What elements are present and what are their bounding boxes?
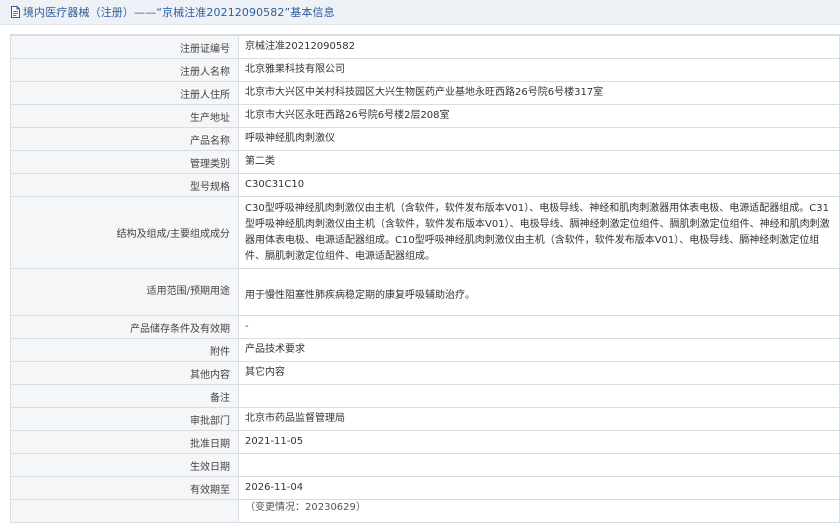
- table-row: 备注: [10, 384, 840, 408]
- table-row: 生产地址 北京市大兴区永旺西路26号院6号楼2层208室: [10, 104, 840, 128]
- row-value: -: [238, 315, 840, 339]
- row-value: 呼吸神经肌肉刺激仪: [238, 127, 840, 151]
- row-label: 其他内容: [10, 361, 239, 385]
- row-label: 生产地址: [10, 104, 239, 128]
- row-label: 注册人住所: [10, 81, 239, 105]
- row-value: 2021-11-05: [238, 430, 840, 454]
- row-value: [238, 384, 840, 408]
- table-row: 产品储存条件及有效期 -: [10, 315, 840, 339]
- table-row: 注册人名称 北京雅果科技有限公司: [10, 58, 840, 82]
- table-row: 附件 产品技术要求: [10, 338, 840, 362]
- page-header: 境内医疗器械（注册）——“京械注准20212090582”基本信息: [0, 0, 840, 25]
- row-label: 产品储存条件及有效期: [10, 315, 239, 339]
- row-value: [238, 453, 840, 477]
- table-row: 管理类别 第二类: [10, 150, 840, 174]
- page-title: 境内医疗器械（注册）——“京械注准20212090582”基本信息: [23, 6, 335, 19]
- table-row: 批准日期 2021-11-05: [10, 430, 840, 454]
- row-value: C30型呼吸神经肌肉刺激仪由主机（含软件，软件发布版本V01）、电极导线、神经和…: [238, 196, 840, 269]
- table-row: 生效日期: [10, 453, 840, 477]
- table-row: 注册证编号 京械注准20212090582: [10, 35, 840, 59]
- document-icon: [10, 6, 21, 18]
- table-row: 有效期至 2026-11-04: [10, 476, 840, 500]
- row-label: 型号规格: [10, 173, 239, 197]
- table-row: 适用范围/预期用途 用于慢性阻塞性肺疾病稳定期的康复呼吸辅助治疗。: [10, 268, 840, 316]
- row-label: 生效日期: [10, 453, 239, 477]
- row-label: 审批部门: [10, 407, 239, 431]
- row-value: 北京雅果科技有限公司: [238, 58, 840, 82]
- row-value: 产品技术要求: [238, 338, 840, 362]
- row-label: 注册证编号: [10, 35, 239, 59]
- row-value: 北京市药品监督管理局: [238, 407, 840, 431]
- row-label: 批准日期: [10, 430, 239, 454]
- row-label: 附件: [10, 338, 239, 362]
- row-label: 备注: [10, 384, 239, 408]
- row-value: 2026-11-04: [238, 476, 840, 500]
- row-label: 注册人名称: [10, 58, 239, 82]
- table-row: 其他内容 其它内容: [10, 361, 840, 385]
- table-row: 型号规格 C30C31C10: [10, 173, 840, 197]
- table-row: （变更情况：20230629）: [10, 499, 840, 523]
- table-row: 产品名称 呼吸神经肌肉刺激仪: [10, 127, 840, 151]
- row-value: 京械注准20212090582: [238, 35, 840, 59]
- row-label: 适用范围/预期用途: [10, 268, 239, 316]
- row-label: [10, 499, 239, 523]
- table-row: 结构及组成/主要组成成分 C30型呼吸神经肌肉刺激仪由主机（含软件，软件发布版本…: [10, 196, 840, 269]
- row-value: 北京市大兴区中关村科技园区大兴生物医药产业基地永旺西路26号院6号楼317室: [238, 81, 840, 105]
- table-row: 注册人住所 北京市大兴区中关村科技园区大兴生物医药产业基地永旺西路26号院6号楼…: [10, 81, 840, 105]
- row-label: 产品名称: [10, 127, 239, 151]
- row-label: 有效期至: [10, 476, 239, 500]
- row-value: 其它内容: [238, 361, 840, 385]
- detail-table: 注册证编号 京械注准20212090582 注册人名称 北京雅果科技有限公司 注…: [10, 35, 840, 523]
- row-value: 北京市大兴区永旺西路26号院6号楼2层208室: [238, 104, 840, 128]
- detail-table-container: 注册证编号 京械注准20212090582 注册人名称 北京雅果科技有限公司 注…: [10, 34, 840, 525]
- row-value: （变更情况：20230629）: [238, 499, 840, 523]
- table-row: 审批部门 北京市药品监督管理局: [10, 407, 840, 431]
- row-value: 第二类: [238, 150, 840, 174]
- row-label: 管理类别: [10, 150, 239, 174]
- row-value: 用于慢性阻塞性肺疾病稳定期的康复呼吸辅助治疗。: [238, 268, 840, 316]
- row-label: 结构及组成/主要组成成分: [10, 196, 239, 269]
- row-value: C30C31C10: [238, 173, 840, 197]
